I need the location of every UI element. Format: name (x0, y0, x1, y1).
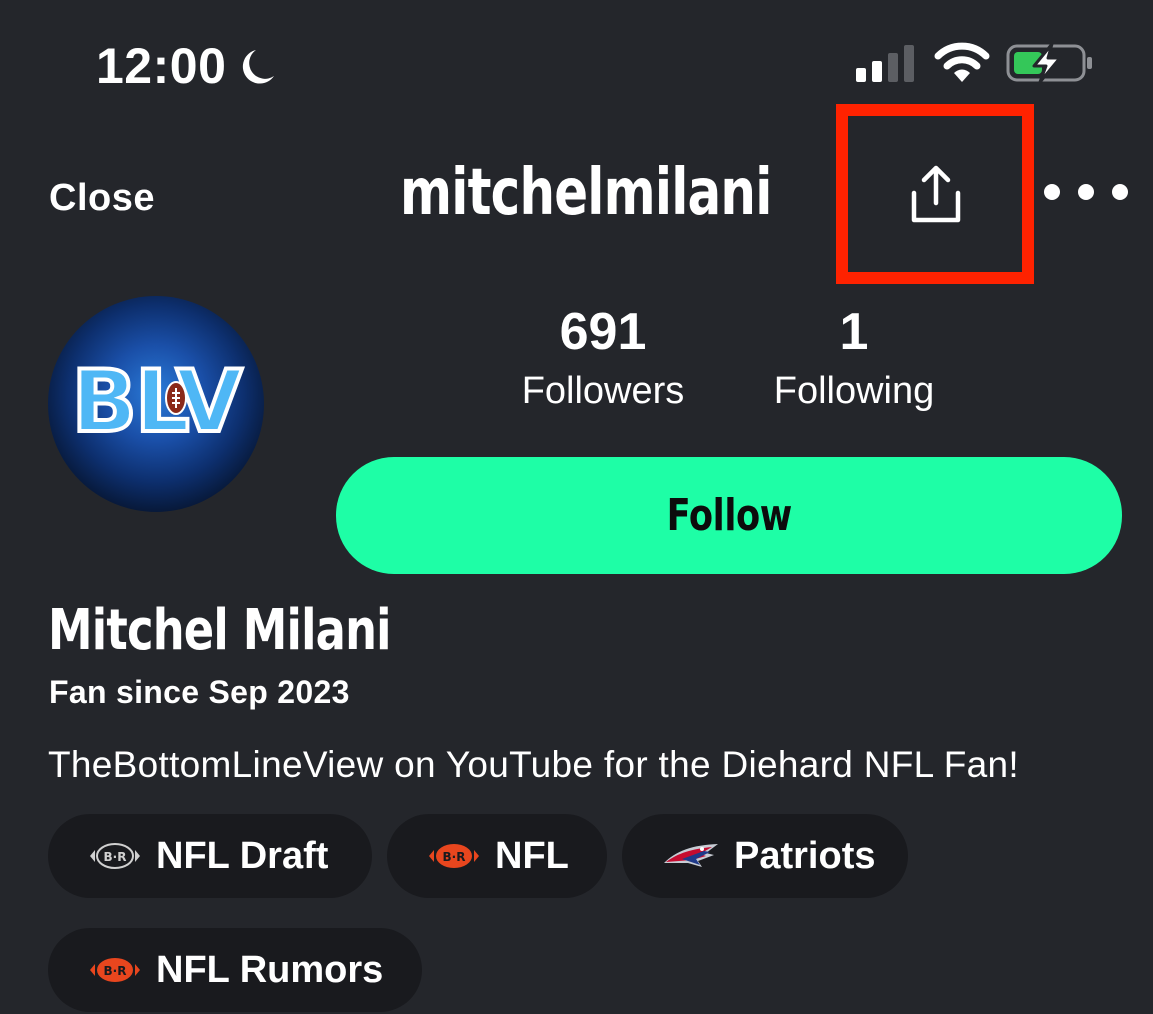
football-icon (165, 381, 187, 415)
chip-nfl-draft[interactable]: B·R NFL Draft (48, 814, 372, 898)
followers-label: Followers (521, 370, 685, 412)
moon-icon (242, 50, 274, 84)
avatar[interactable]: BLV (48, 296, 264, 512)
status-time: 12:00 (96, 38, 227, 94)
follow-button[interactable]: Follow (336, 457, 1122, 574)
chip-label: NFL (495, 835, 569, 877)
br-football-outline-icon: B·R (88, 842, 142, 870)
following-label: Following (773, 370, 935, 412)
br-football-icon: B·R (427, 842, 481, 870)
share-highlight-box (836, 104, 1034, 284)
fan-since-text: Fan since Sep 2023 (49, 674, 350, 710)
following-count: 1 (839, 303, 869, 361)
more-options-icon-dot (1044, 184, 1060, 200)
more-options-icon-dot (1112, 184, 1128, 200)
profile-bio: TheBottomLineView on YouTube for the Die… (48, 744, 1019, 785)
chip-label: NFL Draft (156, 835, 329, 877)
br-football-icon: B·R (88, 956, 142, 984)
wifi-icon (934, 42, 990, 82)
chip-nfl-rumors[interactable]: B·R NFL Rumors (48, 928, 422, 1012)
svg-text:B·R: B·R (104, 850, 127, 864)
profile-full-name: Mitchel Milani (48, 598, 392, 663)
more-options-button[interactable] (1044, 176, 1128, 208)
chip-nfl[interactable]: B·R NFL (387, 814, 607, 898)
svg-text:B·R: B·R (104, 964, 127, 978)
close-button[interactable]: Close (49, 176, 155, 220)
followers-stat[interactable]: 691 Followers (502, 302, 704, 414)
chip-label: Patriots (734, 835, 876, 877)
more-options-icon-dot (1078, 184, 1094, 200)
follow-button-label: Follow (666, 490, 792, 541)
chip-label: NFL Rumors (156, 949, 384, 991)
page-title-username: mitchelmilani (400, 156, 772, 230)
svg-text:B·R: B·R (443, 850, 466, 864)
cellular-signal-icon (856, 45, 914, 82)
chip-patriots[interactable]: Patriots (622, 814, 908, 898)
battery-charging-icon (1006, 42, 1092, 84)
followers-count: 691 (559, 303, 647, 361)
patriots-logo-icon (662, 841, 720, 871)
following-stat[interactable]: 1 Following (758, 302, 950, 414)
avatar-logo-text: BLV (69, 350, 244, 454)
